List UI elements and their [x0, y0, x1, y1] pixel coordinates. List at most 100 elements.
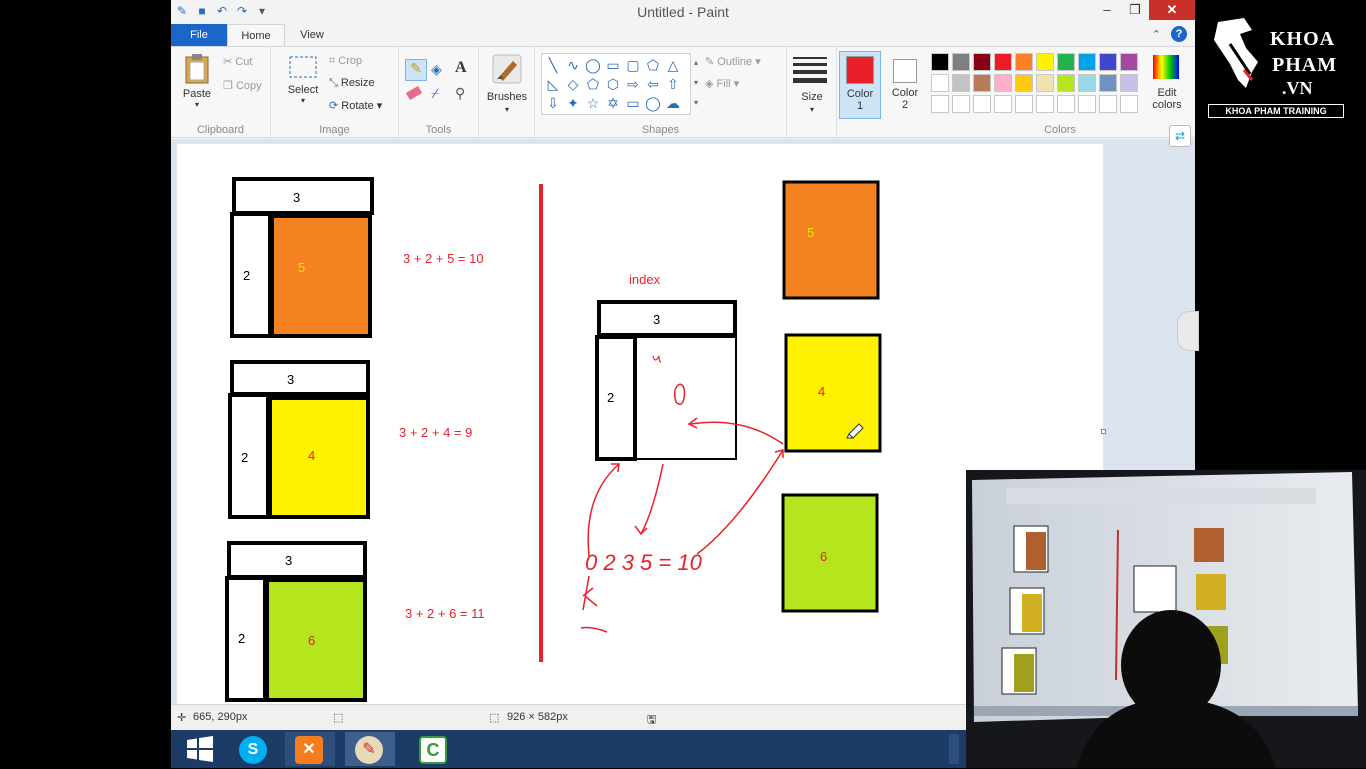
palette-color-swatch[interactable] [1120, 53, 1138, 71]
palette-color-swatch[interactable] [952, 95, 970, 113]
outline-button[interactable]: ✎ Outline ▾ [705, 55, 761, 68]
palette-color-swatch[interactable] [1120, 74, 1138, 92]
palette-color-swatch[interactable] [931, 74, 949, 92]
rounded-rectangle-shape-icon[interactable]: ▢ [624, 56, 642, 74]
four-point-star-shape-icon[interactable]: ✦ [564, 94, 582, 112]
palette-color-swatch[interactable] [1078, 74, 1096, 92]
polygon-shape-icon[interactable]: ⬠ [644, 56, 662, 74]
palette-color-swatch[interactable] [1078, 53, 1096, 71]
right-arrow-shape-icon[interactable]: ⇨ [624, 75, 642, 93]
select-label: Select [287, 84, 319, 96]
close-button[interactable]: ✕ [1149, 0, 1195, 20]
paint-taskbar-icon[interactable]: ✎ [345, 732, 395, 766]
canvas-resize-handle[interactable] [1101, 429, 1106, 434]
palette-color-swatch[interactable] [973, 95, 991, 113]
palette-color-swatch[interactable] [973, 53, 991, 71]
tab-view[interactable]: View [287, 24, 337, 46]
show-desktop-button[interactable] [949, 734, 959, 764]
windows-start-icon[interactable] [179, 732, 229, 766]
select-button[interactable]: Select ▾ [285, 55, 321, 105]
palette-color-swatch[interactable] [1099, 53, 1117, 71]
color1-button[interactable]: Color 1 [839, 51, 881, 119]
arrow-from-index-down [640, 463, 664, 535]
text-tool-icon[interactable]: A [455, 59, 467, 77]
fill-button[interactable]: ◈ Fill ▾ [705, 77, 739, 90]
pentagon-shape-icon[interactable]: ⬠ [584, 75, 602, 93]
minimize-button[interactable]: – [1093, 0, 1121, 20]
oval-shape-icon[interactable]: ◯ [584, 56, 602, 74]
palette-color-swatch[interactable] [1057, 53, 1075, 71]
palette-color-swatch[interactable] [1099, 74, 1117, 92]
drawing-canvas[interactable]: 3 2 5 3 + 2 + 5 = 10 3 2 4 3 + 2 + 4 = 9… [177, 144, 1103, 704]
color-picker-icon[interactable]: ⌿ [431, 85, 439, 102]
ribbon: Paste ▾ ✂ Cut ❐ Copy Clipboard Select ▾ … [171, 46, 1195, 139]
palette-color-swatch[interactable] [1036, 74, 1054, 92]
callout-cloud-shape-icon[interactable]: ☁ [664, 94, 682, 112]
shapes-scroll[interactable]: ▴ ▾ ▾ [692, 53, 700, 115]
rectangle-shape-icon[interactable]: ▭ [604, 56, 622, 74]
side-panel-handle[interactable] [1177, 311, 1199, 351]
size-group[interactable]: Size ▾ [787, 47, 837, 139]
xampp-icon[interactable]: ✕ [285, 732, 335, 766]
line-shape-icon[interactable]: ╲ [544, 56, 562, 74]
hexagon-shape-icon[interactable]: ⬡ [604, 75, 622, 93]
tab-home[interactable]: Home [227, 24, 285, 46]
palette-color-swatch[interactable] [1120, 95, 1138, 113]
fill-tool-icon[interactable]: ◈ [431, 61, 442, 78]
palette-color-swatch[interactable] [973, 74, 991, 92]
callout-oval-shape-icon[interactable]: ◯ [644, 94, 662, 112]
diamond-shape-icon[interactable]: ◇ [564, 75, 582, 93]
palette-color-swatch[interactable] [931, 53, 949, 71]
triangle-shape-icon[interactable]: △ [664, 56, 682, 74]
restore-button[interactable]: ❐ [1121, 0, 1149, 20]
palette-color-swatch[interactable] [1036, 95, 1054, 113]
tools-group-label: Tools [425, 124, 452, 136]
down-arrow-shape-icon[interactable]: ⇩ [544, 94, 562, 112]
curve-shape-icon[interactable]: ∿ [564, 56, 582, 74]
palette-color-swatch[interactable] [931, 95, 949, 113]
palette-color-swatch[interactable] [952, 74, 970, 92]
palette-color-swatch[interactable] [1036, 53, 1054, 71]
magnifier-icon[interactable]: ⚲ [455, 85, 465, 102]
collapse-ribbon-icon[interactable]: ⌃ [1152, 28, 1161, 41]
five-point-star-shape-icon[interactable]: ☆ [584, 94, 602, 112]
palette-color-swatch[interactable] [1057, 74, 1075, 92]
color1-swatch [846, 56, 874, 84]
palette-color-swatch[interactable] [1057, 95, 1075, 113]
crop-button[interactable]: ⌗ Crop [329, 55, 362, 68]
skype-icon[interactable]: S [229, 732, 279, 766]
camtasia-icon[interactable]: C [409, 732, 459, 766]
right-block-3-value: 6 [820, 549, 827, 564]
crop-label: Crop [338, 55, 363, 67]
right-triangle-shape-icon[interactable]: ◺ [544, 75, 562, 93]
palette-color-swatch[interactable] [994, 95, 1012, 113]
rainbow-icon[interactable] [1151, 53, 1183, 83]
palette-color-swatch[interactable] [1015, 53, 1033, 71]
color2-button[interactable]: Color 2 [885, 51, 925, 119]
eraser-tool-icon[interactable] [405, 86, 423, 100]
paste-button[interactable]: Paste ▾ [179, 53, 215, 109]
teamviewer-icon[interactable]: ⇄ [1169, 125, 1191, 147]
pencil-tool-icon[interactable]: ✎ [405, 59, 427, 81]
copy-button[interactable]: ❐ Copy [223, 79, 262, 92]
up-arrow-shape-icon[interactable]: ⇧ [664, 75, 682, 93]
cut-button[interactable]: ✂ Cut [223, 55, 252, 68]
callout-rect-shape-icon[interactable]: ▭ [624, 94, 642, 112]
six-point-star-shape-icon[interactable]: ✡ [604, 94, 622, 112]
window-controls: – ❐ ✕ [1093, 0, 1195, 20]
rotate-button[interactable]: ⟳ Rotate ▾ [329, 99, 382, 112]
palette-color-swatch[interactable] [1015, 74, 1033, 92]
edit-colors-label[interactable]: Edit colors [1145, 87, 1189, 111]
colors-group-label: Colors [1044, 124, 1076, 136]
palette-color-swatch[interactable] [1015, 95, 1033, 113]
resize-button[interactable]: ⤡ Resize [329, 77, 375, 90]
brushes-group[interactable]: Brushes ▾ [479, 47, 535, 139]
palette-color-swatch[interactable] [952, 53, 970, 71]
palette-color-swatch[interactable] [1078, 95, 1096, 113]
palette-color-swatch[interactable] [994, 74, 1012, 92]
palette-color-swatch[interactable] [1099, 95, 1117, 113]
palette-color-swatch[interactable] [994, 53, 1012, 71]
left-arrow-shape-icon[interactable]: ⇦ [644, 75, 662, 93]
tab-file[interactable]: File [171, 24, 227, 46]
help-icon[interactable]: ? [1171, 26, 1187, 42]
